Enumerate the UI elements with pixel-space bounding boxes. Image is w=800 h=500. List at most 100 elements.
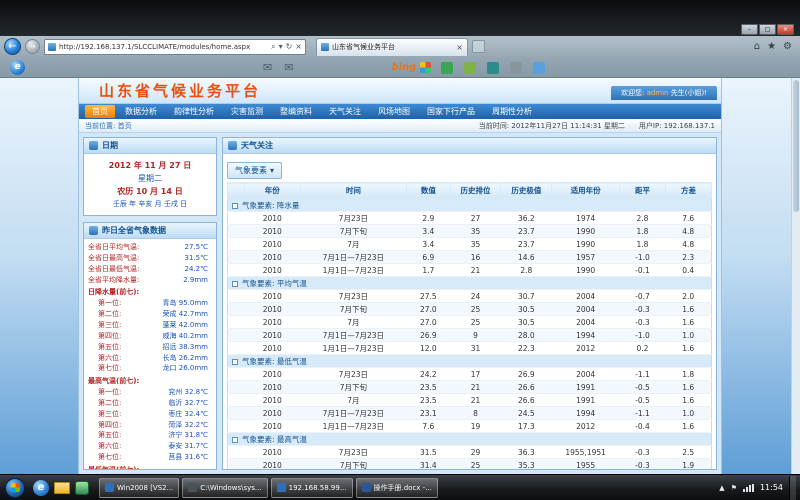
section-checkbox[interactable] [232,203,238,209]
table-cell: 7月23日 [300,368,406,381]
site-banner: 山东省气候业务平台 欢迎您: admin 先生(小姐)! [79,78,721,104]
table-cell: 1.6 [665,316,711,329]
section-row[interactable]: 气象要素: 最低气温 [228,355,712,368]
column-header: 数值 [407,183,451,199]
toolbar-icon-4[interactable] [510,62,522,74]
section-label: 气象要素: 最高气温 [242,435,307,444]
section-checkbox[interactable] [232,281,238,287]
tray-expand-icon[interactable]: ▲ [719,484,724,492]
toolbar-icon-5[interactable] [533,62,545,74]
table-cell: 36.3 [501,446,552,459]
table-cell: 2010 [244,264,300,277]
section-row[interactable]: 气象要素: 平均气温 [228,277,712,290]
stop-icon[interactable]: × [295,42,302,51]
table-cell: 25 [450,459,501,470]
address-bar[interactable]: http://192.168.137.1/SLCCLIMATE/modules/… [44,39,306,55]
nav-item-3[interactable]: 韵律性分析 [167,105,221,118]
nav-item-7[interactable]: 风场地图 [371,105,417,118]
rank-value: 威海 40.2mm [163,331,208,342]
nav-item-5[interactable]: 整编资料 [273,105,319,118]
taskbar-ie-icon[interactable]: e [33,480,49,496]
taskbar-button-2[interactable]: C:\Windows\sys... [182,478,267,498]
section-row[interactable]: 气象要素: 降水量 [228,199,712,212]
url-text[interactable]: http://192.168.137.1/SLCCLIMATE/modules/… [59,43,268,51]
table-cell: 1990 [552,238,620,251]
table-cell: 27 [450,212,501,225]
section-checkbox[interactable] [232,359,238,365]
mail-send-icon[interactable]: ✉ [284,61,293,74]
nav-item-2[interactable]: 数据分析 [118,105,164,118]
mail-icon[interactable]: ✉ [263,61,272,74]
section-row[interactable]: 气象要素: 最高气温 [228,433,712,446]
rank-item: 第一位:青岛 95.0mm [88,298,212,309]
stat-row: 全省平均降水量:2.9mm [88,275,212,286]
table-cell: 7月23日 [300,446,406,459]
minimize-button[interactable]: – [741,24,758,35]
tools-gear-icon[interactable]: ⚙ [783,41,792,52]
nav-item-6[interactable]: 天气关注 [322,105,368,118]
bing-tile-icon[interactable] [420,62,431,73]
favorites-star-icon[interactable]: ★ [767,41,776,52]
ie-logo-icon[interactable]: e [10,60,25,75]
home-icon[interactable]: ⌂ [754,41,760,52]
scrollbar-thumb[interactable] [793,80,799,212]
browser-forward-button[interactable]: → [25,39,40,54]
rank-value: 菏泽 32.2℃ [168,420,208,431]
table-cell: 1月1日—7月23日 [300,342,406,355]
rank-item: 第六位:长岛 26.2mm [88,353,212,364]
table-cell: 1.9 [665,459,711,470]
taskbar-button-1[interactable]: Win2008 [VS2... [99,478,179,498]
new-tab-button[interactable] [472,40,485,53]
toolbar-icon-2[interactable] [464,62,476,74]
taskbar-clock[interactable]: 11:54 [760,483,783,492]
rank-value: 枣庄 32.4℃ [168,409,208,420]
rank-item: 第七位:莒县 31.6℃ [88,452,212,463]
refresh-icon[interactable]: ↻ [286,42,293,51]
rank-item: 第二位:临沂 32.7℃ [88,398,212,409]
show-desktop-button[interactable] [789,476,796,500]
action-center-flag-icon[interactable]: ⚑ [731,484,737,492]
taskbar-folder-icon[interactable] [54,482,70,494]
browser-tab[interactable]: 山东省气候业务平台 × [316,38,468,56]
weather-panel-header: 昨日全省气象数据 [84,223,216,239]
sidebar: 日期 2012 年 11 月 27 日 星期二 农历 10 月 14 日 壬辰 … [83,137,217,470]
table-cell: 1.6 [665,303,711,316]
table-cell: 26.6 [501,394,552,407]
weather-panel-title: 昨日全省气象数据 [102,225,166,236]
table-row: 20107月23日27.52430.72004-0.72.0 [228,290,712,303]
tab-close-icon[interactable]: × [456,43,463,52]
calendar-icon [89,141,98,150]
browser-chrome: ← → http://192.168.137.1/SLCCLIMATE/modu… [0,36,800,78]
nav-item-8[interactable]: 国家下行产品 [420,105,482,118]
element-filter-button[interactable]: 气象要素 ▾ [227,162,282,179]
row-checkbox-cell [228,238,245,251]
start-button[interactable] [5,478,25,498]
table-cell: 17 [450,368,501,381]
nav-item-9[interactable]: 周期性分析 [485,105,539,118]
task-button-label: 操作手册.docx -... [374,483,432,493]
bing-logo[interactable]: bing [391,62,416,73]
taskbar-button-4[interactable]: 操作手册.docx -... [356,478,438,498]
status-info: 当前时间: 2012年11月27日 11:14:31 星期二用户IP: 192.… [479,121,715,131]
close-button[interactable]: × [777,24,794,35]
table-cell: 4.8 [665,238,711,251]
taskbar-media-icon[interactable] [75,481,89,495]
windows-flag-icon [11,483,20,492]
chevron-down-icon[interactable]: ▾ [279,42,283,51]
toolbar-icon-3[interactable] [487,62,499,74]
browser-back-button[interactable]: ← [4,38,21,55]
vertical-scrollbar[interactable] [791,78,800,474]
column-header: 距平 [620,183,666,199]
nav-item-4[interactable]: 灾害监测 [224,105,270,118]
search-icon[interactable]: ⌕ [271,42,275,52]
toolbar-icon-1[interactable] [441,62,453,74]
section-checkbox[interactable] [232,437,238,443]
table-cell: 1.7 [407,264,451,277]
nav-item-1[interactable]: 首页 [85,105,115,118]
taskbar-button-3[interactable]: 192.168.58.99... [271,478,353,498]
table-cell: 2010 [244,303,300,316]
table-cell: 24.2 [407,368,451,381]
network-icon[interactable] [743,484,754,492]
table-row: 20101月1日—7月23日12.03122.320120.21.6 [228,342,712,355]
maximize-button[interactable]: □ [759,24,776,35]
